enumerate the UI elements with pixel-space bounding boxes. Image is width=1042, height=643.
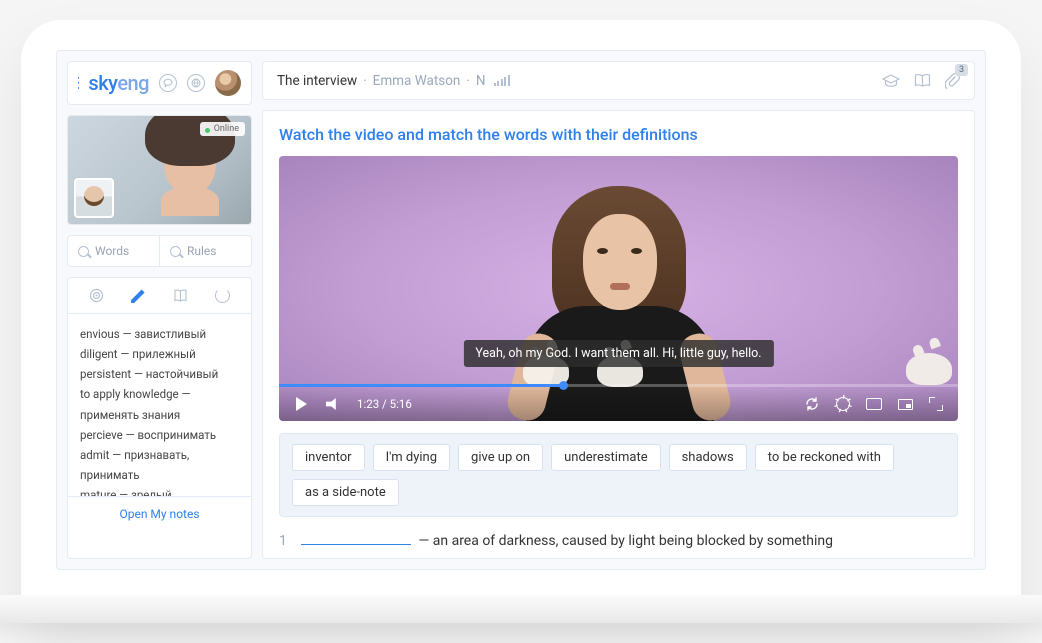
logo-part1: sky: [88, 71, 117, 95]
search-row: Words Rules: [67, 235, 252, 267]
main-area: The interview · Emma Watson · N 3 Watch …: [262, 61, 975, 559]
video-call-thumbnail[interactable]: Online: [67, 115, 252, 225]
chat-icon[interactable]: [159, 74, 177, 92]
breadcrumb-lesson[interactable]: The interview: [277, 73, 357, 89]
time-display: 1:23 / 5:16: [357, 397, 412, 411]
refresh-icon[interactable]: [215, 288, 230, 303]
exercise-row: 1 — an area of darkness, caused by light…: [279, 531, 958, 549]
self-view: [74, 178, 114, 218]
status-badge: Online: [200, 122, 245, 136]
word-chip[interactable]: give up on: [458, 444, 543, 471]
search-words[interactable]: Words: [68, 236, 160, 266]
vocab-entry[interactable]: persistent — настойчивый: [80, 364, 239, 384]
word-chip[interactable]: inventor: [292, 444, 365, 471]
book-icon[interactable]: [173, 288, 188, 303]
vocab-entry[interactable]: envious — завистливый: [80, 324, 239, 344]
vocab-entry[interactable]: admit — признавать, принимать: [80, 445, 239, 485]
pencil-icon[interactable]: [131, 288, 146, 303]
captions-button[interactable]: [866, 396, 882, 412]
graduation-icon[interactable]: [882, 74, 900, 88]
settings-button[interactable]: [835, 396, 851, 412]
word-chip[interactable]: I'm dying: [373, 444, 450, 471]
exercise-text: — an area of darkness, caused by light b…: [301, 531, 833, 549]
breadcrumb-bar: The interview · Emma Watson · N 3: [262, 61, 975, 100]
video-caption: Yeah, oh my God. I want them all. Hi, li…: [463, 340, 773, 367]
video-controls: 1:23 / 5:16: [279, 387, 958, 421]
vocab-toolbar: [68, 278, 251, 314]
breadcrumb-topic[interactable]: Emma Watson: [373, 73, 461, 89]
instruction-text: Watch the video and match the words with…: [279, 125, 958, 144]
vocab-card: envious — завистливыйdiligent — прилежны…: [67, 277, 252, 559]
logo[interactable]: skyeng: [88, 71, 149, 95]
kitten-icon: [906, 353, 952, 385]
word-chip[interactable]: as a side-note: [292, 479, 399, 506]
lesson-content: Watch the video and match the words with…: [262, 110, 975, 559]
attachment-count: 3: [955, 64, 968, 76]
word-bank: inventor I'm dying give up on underestimate…: [279, 433, 958, 517]
search-icon: [78, 246, 89, 257]
video-player[interactable]: Yeah, oh my God. I want them all. Hi, li…: [279, 156, 958, 421]
vocab-list: envious — завистливыйdiligent — прилежны…: [68, 314, 251, 496]
book-icon[interactable]: [914, 73, 931, 88]
word-chip[interactable]: underestimate: [551, 444, 661, 471]
answer-blank[interactable]: [301, 531, 411, 545]
sidebar: skyeng Online Words Rules: [67, 61, 252, 559]
breadcrumb-level: N: [476, 73, 486, 89]
search-rules[interactable]: Rules: [160, 236, 251, 266]
signal-icon: [494, 75, 510, 86]
exercise-number: 1: [279, 533, 287, 549]
vocab-entry[interactable]: mature — зрелый: [80, 485, 239, 496]
definition-text: — an area of darkness, caused by light b…: [418, 533, 833, 549]
header-bar: skyeng: [67, 61, 252, 105]
fullscreen-button[interactable]: [928, 396, 944, 412]
play-button[interactable]: [293, 396, 309, 412]
loop-button[interactable]: [804, 396, 820, 412]
target-icon[interactable]: [89, 288, 104, 303]
avatar[interactable]: [215, 70, 241, 96]
attachment-icon[interactable]: 3: [945, 72, 960, 89]
app-screen: skyeng Online Words Rules: [56, 50, 986, 570]
laptop-frame: skyeng Online Words Rules: [21, 20, 1021, 623]
vocab-entry[interactable]: percieve — воспринимать: [80, 425, 239, 445]
miniplayer-button[interactable]: [897, 396, 913, 412]
word-chip[interactable]: shadows: [669, 444, 747, 471]
logo-part2: eng: [117, 71, 149, 95]
header-icons: [159, 70, 241, 96]
globe-icon[interactable]: [187, 74, 205, 92]
breadcrumb-actions: 3: [882, 72, 960, 89]
search-icon: [170, 246, 181, 257]
volume-button[interactable]: [325, 396, 341, 412]
vocab-entry[interactable]: diligent — прилежный: [80, 344, 239, 364]
vocab-entry[interactable]: to apply knowledge — применять знания: [80, 384, 239, 424]
word-chip[interactable]: to be reckoned with: [755, 444, 894, 471]
open-notes-link[interactable]: Open My notes: [68, 496, 251, 531]
